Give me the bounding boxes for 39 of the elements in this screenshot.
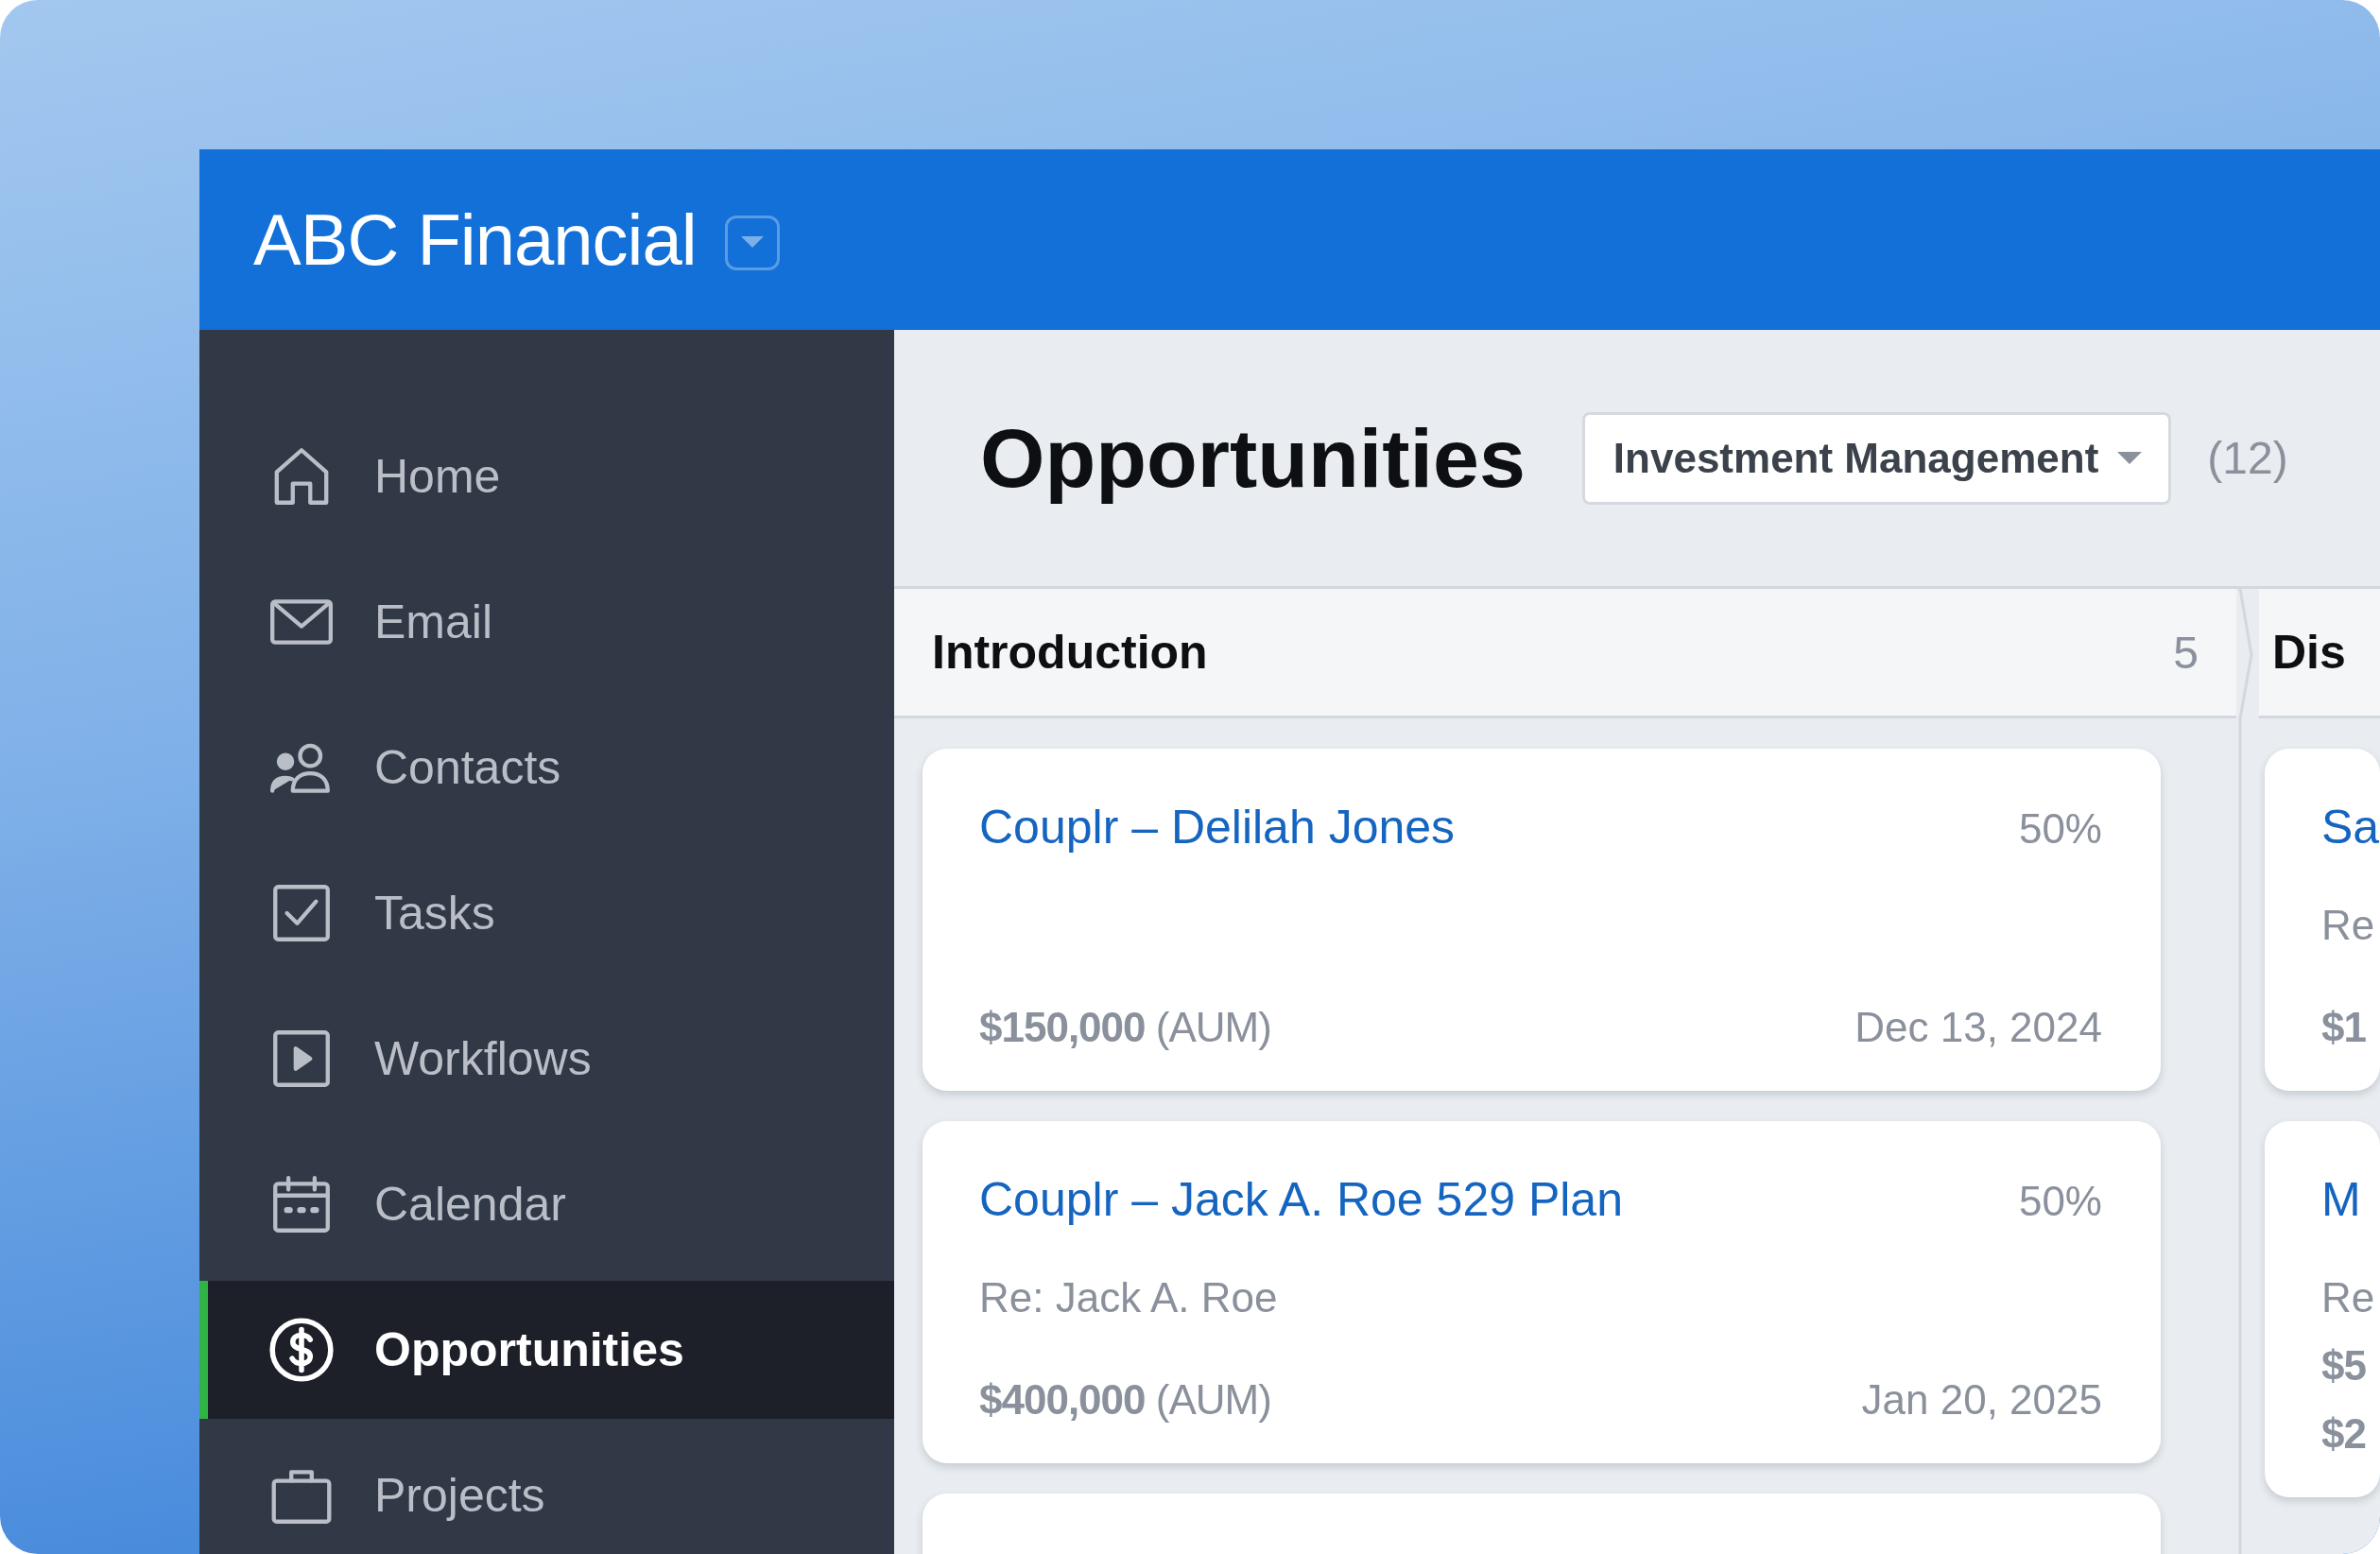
dollar-icon — [267, 1315, 336, 1385]
nav-item[interactable]: Workflows — [199, 986, 894, 1131]
opportunity-card[interactable]: Couplr – Delilah Jones 50% $150,000 (AUM) Dec 13, 2024 — [923, 749, 2161, 1091]
opportunity-title[interactable]: Sa — [2321, 800, 2380, 855]
nav-item[interactable]: Tasks — [199, 840, 894, 986]
amount: $2 — [2321, 1410, 2366, 1458]
column-count: 5 — [2173, 626, 2199, 679]
opportunity-card[interactable]: M Re $5 $2 — [2265, 1121, 2380, 1497]
related-contact: Re — [2321, 1274, 2375, 1321]
probability: 50% — [2018, 1178, 2102, 1225]
nav-item[interactable]: Projects — [199, 1423, 894, 1554]
organization-name: ABC Financial — [253, 199, 697, 281]
opportunity-title[interactable]: Couplr – Delilah Jones — [979, 800, 1456, 855]
related-contact: Re — [2321, 902, 2375, 949]
probability: 50% — [2018, 805, 2102, 853]
amount: $400,000 (AUM) — [979, 1376, 1271, 1424]
opportunity-title[interactable]: Couplr – Jack A. Roe 529 Plan — [979, 1172, 1623, 1227]
caret-icon — [740, 235, 764, 250]
nav-item[interactable]: Opportunities — [199, 1281, 894, 1419]
pipeline-dropdown[interactable]: Investment Management — [1581, 411, 2172, 505]
related-contact: Re: Jack A. Roe — [979, 1274, 1278, 1321]
amount: $1 — [2321, 1004, 2366, 1051]
nav-item[interactable]: Email — [199, 549, 894, 695]
close-date: Jan 20, 2025 — [1861, 1376, 2102, 1424]
page-title: Opportunities — [980, 409, 1526, 507]
nav-item[interactable]: Calendar — [199, 1131, 894, 1277]
nav-item[interactable]: Contacts — [199, 695, 894, 840]
opportunity-card[interactable]: Couplr – Jack A. Roe 529 Plan 50% Re: Jack A. Roe $400,000 (AUM) Jan 20, 2025 — [923, 1121, 2161, 1463]
close-date: Dec 13, 2024 — [1854, 1004, 2102, 1051]
amount: $5 — [2321, 1342, 2366, 1390]
column-title: Introduction — [932, 625, 1208, 680]
opportunity-title[interactable]: M — [2321, 1172, 2361, 1227]
caret-icon — [2117, 451, 2143, 465]
opportunity-count: (12) — [2207, 432, 2288, 484]
amount: $150,000 (AUM) — [979, 1004, 1271, 1051]
column-title: Dis — [2272, 625, 2346, 680]
opportunity-card[interactable]: Sa Re $1 — [2265, 749, 2380, 1091]
nav-item[interactable]: Home — [199, 404, 894, 549]
organization-dropdown[interactable] — [724, 215, 780, 270]
